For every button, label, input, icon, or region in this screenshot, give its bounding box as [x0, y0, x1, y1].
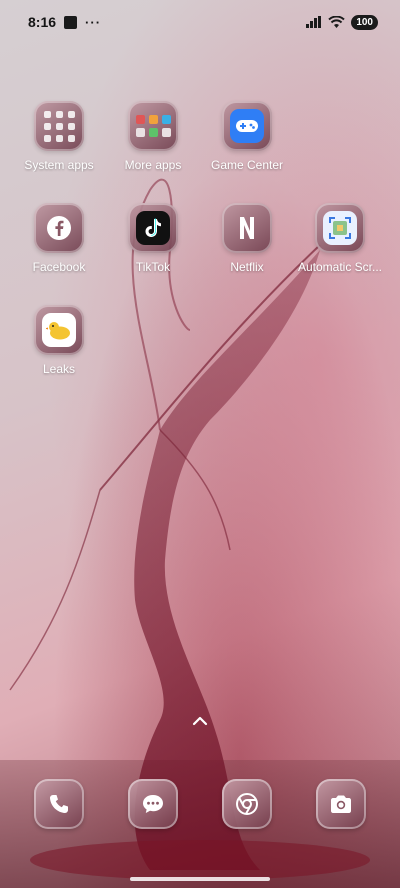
app-drawer-chevron-icon[interactable]: [188, 712, 212, 730]
app-system-apps[interactable]: System apps: [11, 101, 107, 172]
app-facebook[interactable]: Facebook: [11, 203, 107, 274]
app-label: Netflix: [230, 260, 264, 274]
app-tiktok[interactable]: TikTok: [105, 203, 201, 274]
app-label: Game Center: [210, 158, 284, 172]
netflix-icon: [222, 203, 272, 253]
tiktok-icon: [136, 211, 170, 245]
dock-phone[interactable]: [34, 779, 84, 829]
camera-icon: [331, 795, 351, 813]
folder-icon: [34, 101, 84, 151]
battery-indicator: 100: [351, 14, 378, 30]
home-indicator[interactable]: [130, 877, 270, 881]
notification-icon: [64, 15, 78, 29]
automatic-screenshot-icon: [323, 211, 357, 245]
app-label: Facebook: [32, 260, 86, 274]
app-label: Automatic Scr...: [297, 260, 383, 274]
app-label: System apps: [24, 158, 94, 172]
app-label: More apps: [124, 158, 182, 172]
phone-icon: [50, 795, 68, 813]
folder-icon: [128, 101, 178, 151]
app-netflix[interactable]: Netflix: [199, 203, 295, 274]
app-game-center[interactable]: Game Center: [199, 101, 295, 172]
chrome-icon: [236, 793, 258, 815]
app-label: TikTok: [135, 260, 171, 274]
dock-messages[interactable]: [128, 779, 178, 829]
status-time: 8:16: [28, 14, 57, 30]
messages-icon: [143, 795, 163, 813]
duck-icon: [42, 313, 76, 347]
dock-camera[interactable]: [316, 779, 366, 829]
more-notifications-icon: ···: [85, 14, 102, 30]
signal-icon: [306, 16, 322, 28]
facebook-icon: [34, 203, 84, 253]
status-bar: 8:16 ··· 100: [0, 0, 400, 44]
dock-chrome[interactable]: [222, 779, 272, 829]
app-label: Leaks: [42, 362, 76, 376]
app-more-apps[interactable]: More apps: [105, 101, 201, 172]
app-automatic-screenshot[interactable]: Automatic Scr...: [292, 203, 388, 274]
app-leaks[interactable]: Leaks: [11, 305, 107, 376]
game-controller-icon: [230, 109, 264, 143]
wifi-icon: [328, 15, 345, 28]
